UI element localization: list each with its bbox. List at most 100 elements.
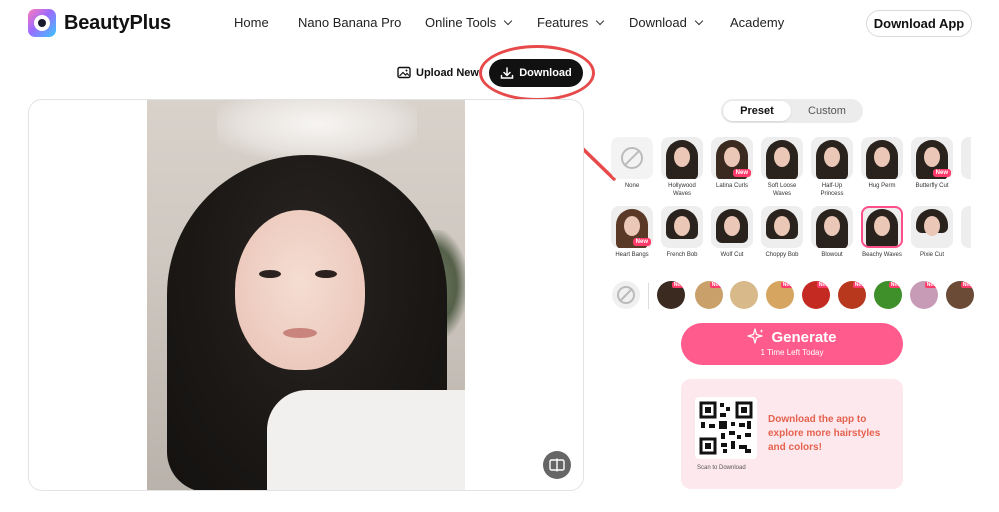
thumb-face <box>824 147 840 167</box>
hair-color-swatch[interactable] <box>730 281 758 309</box>
hairstyle-label: Butterfly Cut <box>915 183 949 189</box>
hairstyle-row-1: None Hollywood Waves New Latina Curls So… <box>611 137 971 207</box>
qr-code[interactable] <box>695 397 757 459</box>
thumb-face <box>774 147 790 167</box>
download-app-button[interactable]: Download App <box>866 10 972 37</box>
new-badge: New <box>709 282 723 288</box>
hairstyle-label: Heart Bangs <box>615 252 649 258</box>
nav-item-home[interactable]: Home <box>234 15 269 30</box>
page: BeautyPlus Home Nano Banana Pro Online T… <box>0 0 999 512</box>
hairstyle-row-2: New Heart Bangs French Bob Wolf Cut Chop… <box>611 206 971 276</box>
hair-color-swatch[interactable]: New <box>766 281 794 309</box>
main-nav: Home Nano Banana Pro Online Tools Featur… <box>0 15 999 33</box>
new-badge: New <box>924 282 938 288</box>
generate-label: Generate <box>771 328 837 346</box>
new-badge: New <box>960 282 974 288</box>
hairstyle-heart-bangs[interactable]: New Heart Bangs <box>611 206 653 259</box>
hair-color-row: New New New New New New New New <box>611 281 974 311</box>
generate-top: Generate <box>681 328 903 346</box>
chevron-down-icon <box>596 16 605 26</box>
hairstyle-french-bob[interactable]: French Bob <box>661 206 703 259</box>
chevron-down-icon <box>504 16 513 26</box>
thumb-face <box>924 216 940 236</box>
qr-caption: Scan to Download <box>697 465 746 471</box>
thumb-face <box>924 147 940 167</box>
portrait-face <box>235 210 365 370</box>
generate-remaining: 1 Time Left Today <box>760 348 824 357</box>
nav-label: Academy <box>730 15 785 30</box>
new-badge: New <box>888 282 902 288</box>
hairstyle-label: Half-Up Princess <box>820 183 844 197</box>
hairstyle-thumb: New <box>911 137 953 179</box>
hairstyle-choppy-bob[interactable]: Choppy Bob <box>761 206 803 259</box>
none-icon <box>621 147 643 169</box>
hairstyle-hug-perm[interactable]: Hug Perm <box>861 137 903 190</box>
hairstyle-thumb: New <box>711 137 753 179</box>
hair-color-swatch[interactable]: New <box>695 281 723 309</box>
nav-label: Online Tools <box>425 15 497 30</box>
hairstyle-thumb <box>961 137 971 179</box>
compare-button[interactable] <box>543 451 571 479</box>
thumb-face <box>874 147 890 167</box>
hairstyle-soft-loose-waves[interactable]: Soft Loose Waves <box>761 137 803 198</box>
hairstyle-thumb <box>861 137 903 179</box>
hairstyle-latina-curls[interactable]: New Latina Curls <box>711 137 753 190</box>
hairstyle-label: Pixie Cut <box>919 252 944 258</box>
qr-code-icon <box>699 401 753 455</box>
new-badge: New <box>932 169 951 177</box>
portrait-shirt <box>267 390 465 490</box>
hairstyle-thumb <box>961 206 971 248</box>
hairstyle-label: Soft Loose Waves <box>767 183 797 197</box>
hairstyle-thumb-selected <box>861 206 903 248</box>
nav-item-academy[interactable]: Academy <box>730 15 784 30</box>
hair-color-swatch[interactable]: New <box>874 281 902 309</box>
hair-color-swatch[interactable]: New <box>657 281 685 309</box>
hair-color-swatch[interactable]: New <box>838 281 866 309</box>
hairstyle-none[interactable]: None <box>611 137 653 190</box>
image-canvas <box>28 99 584 491</box>
annotation-highlight-ring <box>479 45 595 101</box>
hair-color-swatch[interactable]: New <box>910 281 938 309</box>
hairstyle-thumb <box>661 206 703 248</box>
hairstyle-partial[interactable] <box>961 206 971 248</box>
new-badge: New <box>816 282 830 288</box>
promo-text: Download the app to explore more hairsty… <box>768 414 881 453</box>
mode-toggle: Preset Custom <box>721 99 863 123</box>
hairstyle-thumb <box>811 137 853 179</box>
hair-color-swatch[interactable]: New <box>946 281 974 309</box>
tab-custom[interactable]: Custom <box>793 101 861 121</box>
hairstyle-thumb <box>611 137 653 179</box>
hairstyle-wolf-cut[interactable]: Wolf Cut <box>711 206 753 259</box>
upload-new-button[interactable]: Upload New <box>397 66 479 79</box>
hairstyle-blowout[interactable]: Blowout <box>811 206 853 259</box>
hairstyle-thumb <box>711 206 753 248</box>
hairstyle-half-up-princess[interactable]: Half-Up Princess <box>811 137 853 198</box>
thumb-face <box>724 147 740 167</box>
app-promo-card: Scan to Download Download the app to exp… <box>681 379 903 489</box>
thumb-face <box>774 216 790 236</box>
sparkle-icon <box>747 328 764 344</box>
hairstyle-hollywood-waves[interactable]: Hollywood Waves <box>661 137 703 198</box>
nav-item-features[interactable]: Features <box>537 15 605 30</box>
hairstyle-partial[interactable] <box>961 137 971 179</box>
hairstyle-thumb: New <box>611 206 653 248</box>
new-badge: New <box>632 238 651 246</box>
nav-label: Nano Banana Pro <box>298 15 402 30</box>
thumb-face <box>724 216 740 236</box>
hairstyle-butterfly-cut[interactable]: New Butterfly Cut <box>911 137 953 190</box>
generate-button[interactable]: Generate 1 Time Left Today <box>681 323 903 365</box>
tab-preset[interactable]: Preset <box>723 101 791 121</box>
new-badge: New <box>732 169 751 177</box>
portrait-photo <box>147 100 465 490</box>
hair-color-none[interactable] <box>612 281 640 309</box>
hairstyle-pixie-cut[interactable]: Pixie Cut <box>911 206 953 259</box>
nav-item-nano-banana-pro[interactable]: Nano Banana Pro <box>298 15 401 30</box>
hairstyle-thumb <box>761 137 803 179</box>
chandelier-background <box>217 100 417 160</box>
nav-item-online-tools[interactable]: Online Tools <box>425 15 513 30</box>
nav-label: Home <box>234 15 269 30</box>
nav-item-download[interactable]: Download <box>629 15 704 30</box>
hairstyle-beachy-waves[interactable]: Beachy Waves <box>861 206 903 259</box>
nav-label: Features <box>537 15 589 30</box>
hair-color-swatch[interactable]: New <box>802 281 830 309</box>
